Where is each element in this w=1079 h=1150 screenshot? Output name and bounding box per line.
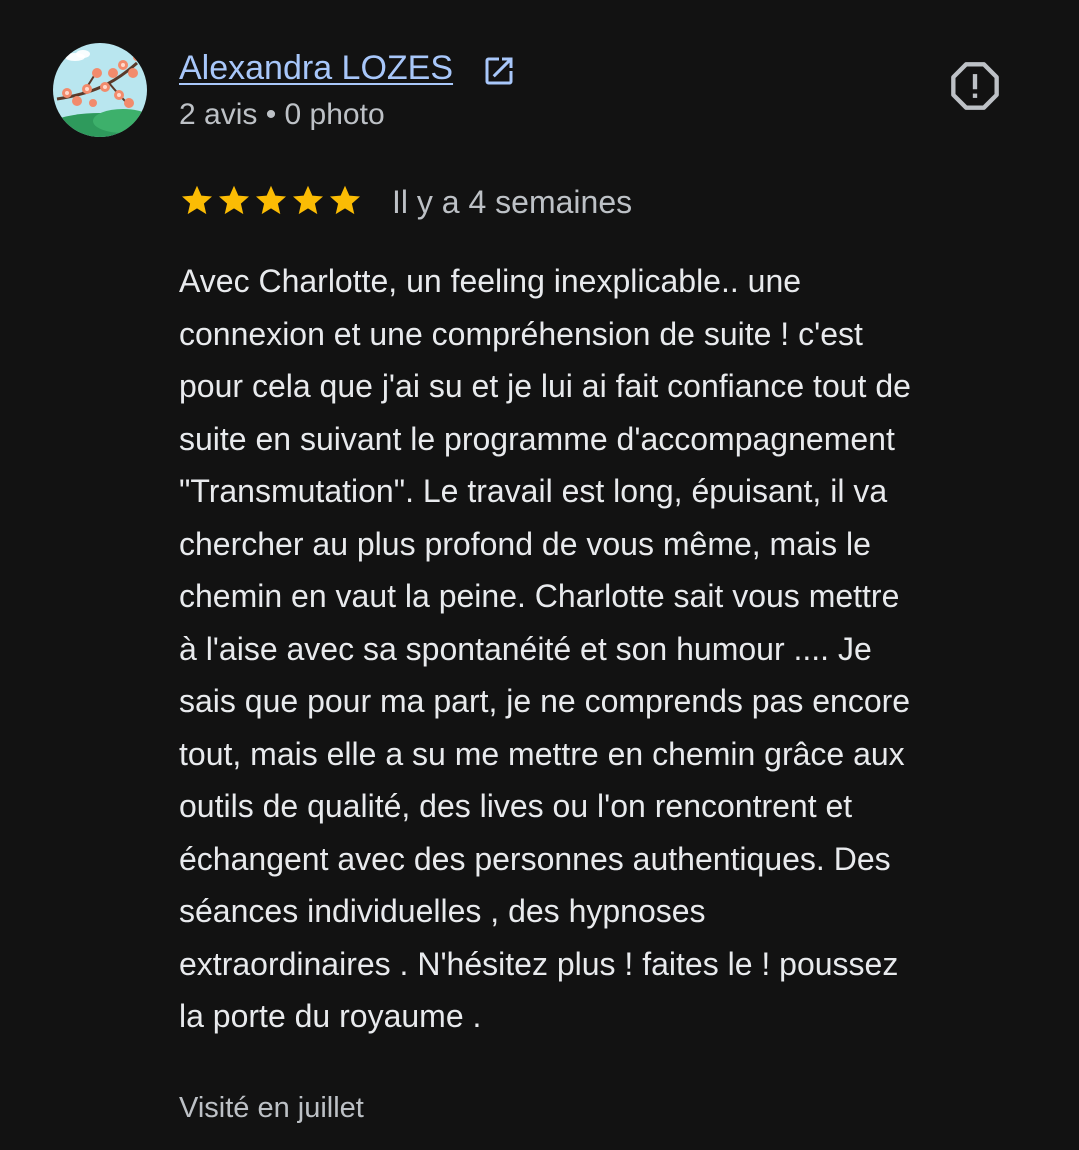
review-text-line: outils de qualité, des lives ou l'on ren… bbox=[179, 788, 853, 824]
reviewer-name-link[interactable]: Alexandra LOZES bbox=[179, 48, 453, 88]
review-text-line: à l'aise avec sa spontanéité et son humo… bbox=[179, 630, 872, 667]
review-text-line: chercher au plus profond de vous même, m… bbox=[179, 525, 871, 562]
star-icon bbox=[219, 185, 249, 215]
reviewer-avatar[interactable] bbox=[53, 43, 147, 137]
report-flag-icon[interactable] bbox=[949, 60, 1001, 112]
review-text-line: "Transmutation". Le travail est long, ép… bbox=[179, 473, 888, 509]
review-text-line: connexion et une compréhension de suite … bbox=[179, 315, 863, 352]
star-icon bbox=[330, 185, 360, 215]
review-date: Il y a 4 semaines bbox=[392, 184, 633, 220]
star-icon bbox=[293, 185, 323, 215]
review-text-line: séances individuelles , des hypnoses bbox=[179, 893, 706, 929]
visit-date: Visité en juillet bbox=[179, 1092, 364, 1124]
reviewer-stats: 2 avis • 0 photo bbox=[179, 98, 385, 131]
review-text-line: chemin en vaut la peine. Charlotte sait … bbox=[179, 578, 900, 614]
external-link-icon[interactable] bbox=[481, 53, 517, 89]
review-text-line: extraordinaires . N'hésitez plus ! faite… bbox=[179, 945, 899, 982]
review-text: Avec Charlotte, un feeling inexplicable.… bbox=[179, 255, 1039, 1043]
cherry-blossom-avatar-image bbox=[53, 43, 147, 137]
review-text-line: Avec Charlotte, un feeling inexplicable.… bbox=[179, 263, 802, 299]
star-icon bbox=[256, 185, 286, 215]
review-text-line: suite en suivant le programme d'accompag… bbox=[179, 420, 895, 457]
star-rating bbox=[179, 182, 363, 220]
review-text-line: la porte du royaume . bbox=[179, 998, 482, 1034]
star-icon bbox=[182, 185, 212, 215]
review-text-line: tout, mais elle a su me mettre en chemin… bbox=[179, 735, 905, 772]
review-text-line: sais que pour ma part, je ne comprends p… bbox=[179, 683, 911, 719]
review-text-line: pour cela que j'ai su et je lui ai fait … bbox=[179, 368, 911, 404]
review-text-line: échangent avec des personnes authentique… bbox=[179, 840, 891, 877]
